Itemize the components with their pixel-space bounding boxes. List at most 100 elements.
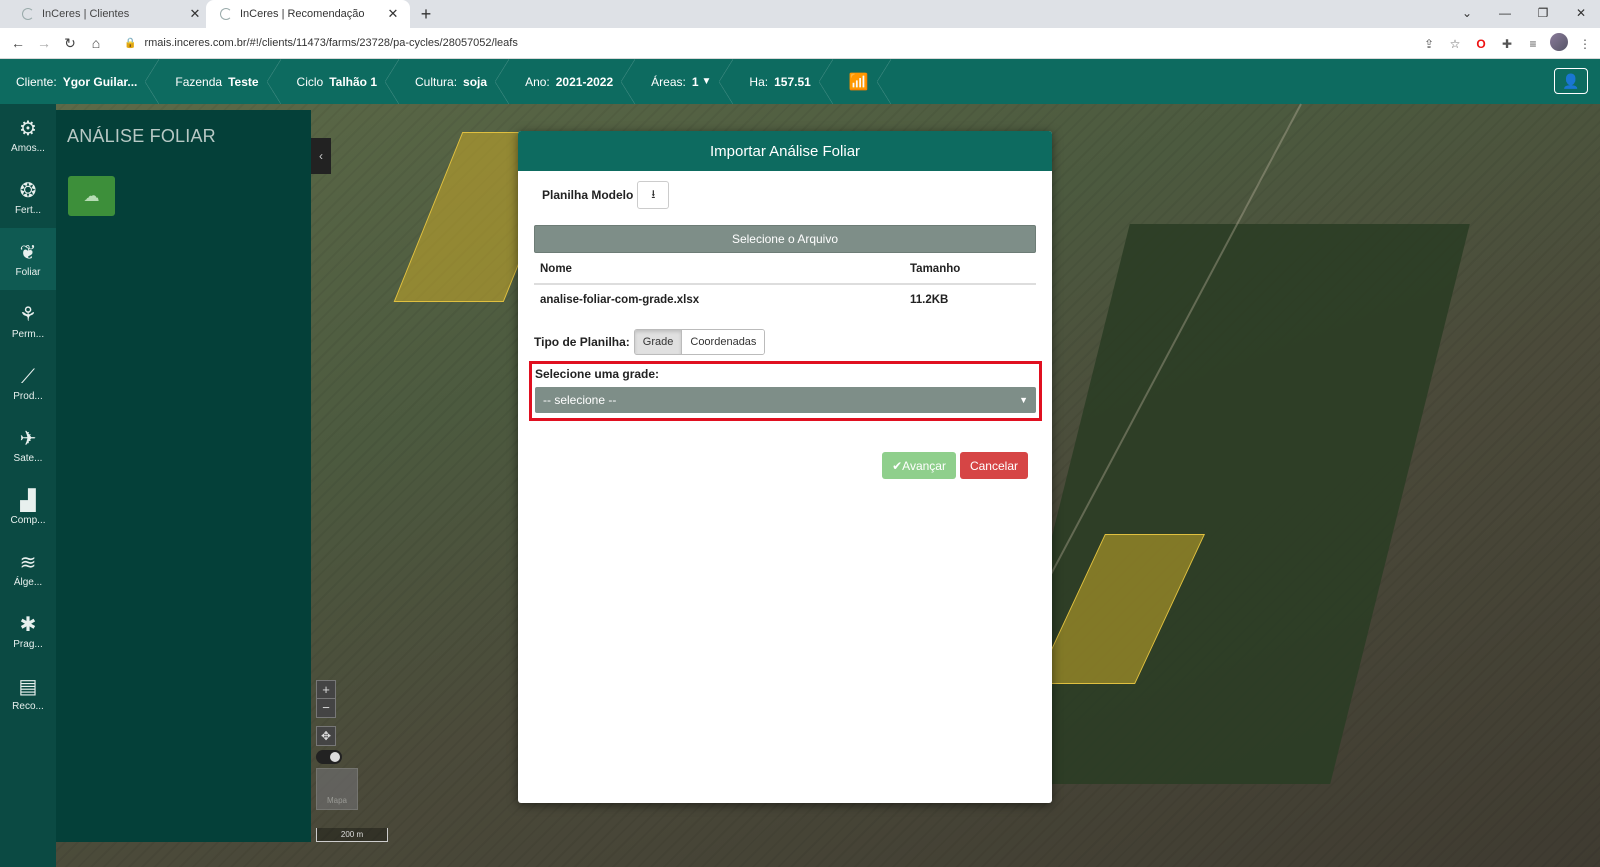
file-size-cell: 11.2KB (910, 294, 949, 306)
zoom-control: + − (316, 680, 336, 718)
grade-select-label: Selecione uma grade: (535, 367, 660, 381)
sidebar-item-pragas[interactable]: ✱ Prag... (0, 600, 56, 662)
sidebar-item-label: Reco... (12, 700, 44, 712)
upload-button[interactable]: ☁ (68, 176, 115, 216)
crumb-value: Teste (228, 74, 259, 89)
star-icon[interactable]: ☆ (1446, 37, 1464, 51)
user-account-button[interactable]: 👤 (1554, 68, 1588, 94)
file-name-cell: analise-foliar-com-grade.xlsx (540, 294, 700, 306)
collapse-panel-button[interactable]: ‹ (311, 138, 331, 174)
crumb-label: Áreas: (651, 74, 686, 89)
sidebar-item-permissao[interactable]: ⚘ Perm... (0, 290, 56, 352)
close-icon[interactable]: ✕ (188, 6, 202, 22)
forward-arrow-icon[interactable]: → (34, 33, 54, 53)
loading-favicon-icon (220, 8, 232, 20)
crumb-label: Cliente: (16, 74, 57, 89)
opera-extension-icon[interactable]: O (1472, 37, 1490, 51)
sidebar-item-label: Fert... (14, 204, 42, 216)
crumb-label: Ciclo (296, 74, 324, 89)
crumb-ano[interactable]: Ano: 2021-2022 (509, 59, 635, 104)
map-forest-area (990, 224, 1470, 784)
basemap-thumbnail[interactable]: Mapa (316, 768, 358, 810)
pan-move-icon[interactable]: ✥ (316, 726, 336, 746)
sampling-icon: ⚙ (19, 117, 37, 140)
media-queue-icon[interactable]: ≡ (1524, 37, 1542, 51)
kebab-menu-icon[interactable]: ⋮ (1576, 37, 1594, 51)
close-icon[interactable]: ✕ (386, 6, 400, 22)
crumb-label: Fazenda (175, 74, 223, 89)
url-text: rmais.inceres.com.br/#!/clients/11473/fa… (144, 37, 518, 49)
sidebar-item-label: Prod... (13, 390, 43, 402)
import-modal: Importar Análise Foliar Planilha Modelo … (518, 131, 1052, 803)
sidebar-item-satelite[interactable]: ✈ Sate... (0, 414, 56, 476)
sheet-type-grade-option[interactable]: Grade (634, 330, 683, 354)
url-bar[interactable]: 🔒 rmais.inceres.com.br/#!/clients/11473/… (116, 32, 1376, 54)
sheet-type-toggle: Grade Coordenadas (633, 329, 766, 355)
satellite-icon: ✈ (19, 427, 37, 450)
template-label: Planilha Modelo (542, 188, 634, 202)
zoom-in-button[interactable]: + (317, 681, 335, 699)
share-icon[interactable]: ⇪ (1420, 37, 1438, 51)
grade-select[interactable]: -- selecione -- ▼ (535, 387, 1036, 413)
crumb-cultura[interactable]: Cultura: soja (399, 59, 509, 104)
reload-icon[interactable]: ↻ (60, 33, 80, 53)
browser-tab-recomendacao[interactable]: InCeres | Recomendação ✕ (206, 0, 410, 28)
browser-toolbar: ← → ↻ ⌂ 🔒 rmais.inceres.com.br/#!/client… (0, 28, 1600, 59)
fertility-icon: ❂ (19, 179, 37, 202)
sidebar: ⚙ Amos... ❂ Fert... ❦ Foliar ⚘ Perm... ⟋… (0, 104, 56, 867)
back-arrow-icon[interactable]: ← (8, 33, 28, 53)
crumb-ciclo[interactable]: Ciclo Talhão 1 (281, 59, 399, 104)
crumb-areas[interactable]: Áreas: 1 ▼ (635, 59, 733, 104)
map-scale-bar: 200 m (316, 828, 388, 842)
chevron-down-icon[interactable]: ⌄ (1448, 0, 1486, 28)
close-window-icon[interactable]: ✕ (1562, 0, 1600, 28)
sidebar-item-label: Perm... (11, 328, 45, 340)
restore-icon[interactable]: ❐ (1524, 0, 1562, 28)
app-header: Cliente: Ygor Guilar... Fazenda Teste Ci… (0, 59, 1600, 104)
crumb-value: 1 (691, 74, 699, 89)
sidebar-item-foliar[interactable]: ❦ Foliar (0, 228, 56, 290)
crumb-value: Talhão 1 (329, 74, 378, 89)
crumb-value: soja (463, 74, 488, 89)
sidebar-item-recomendacao[interactable]: ▤ Reco... (0, 662, 56, 724)
cancelar-button[interactable]: Cancelar (959, 452, 1028, 479)
table-row: analise-foliar-com-grade.xlsx 11.2KB (534, 285, 1036, 315)
home-icon[interactable]: ⌂ (86, 33, 106, 53)
basemap-label: Mapa (326, 796, 347, 805)
grade-select-highlight: Selecione uma grade: -- selecione -- ▼ (529, 361, 1042, 421)
browser-tab-clientes[interactable]: InCeres | Clientes ✕ (8, 0, 212, 28)
sidebar-item-label: Foliar (15, 266, 41, 278)
permission-icon: ⚘ (19, 303, 37, 326)
tab-title: InCeres | Clientes (42, 8, 130, 20)
sidebar-item-label: Álge... (13, 576, 43, 588)
select-file-button[interactable]: Selecione o Arquivo (534, 225, 1036, 253)
modal-header: Importar Análise Foliar (518, 131, 1052, 171)
avancar-button[interactable]: ✔ Avançar (882, 452, 956, 479)
puzzle-extension-icon[interactable]: ✚ (1498, 37, 1516, 51)
productivity-icon: ⟋ (21, 365, 35, 388)
sheet-type-coordenadas-option[interactable]: Coordenadas (682, 330, 765, 354)
crumb-cliente[interactable]: Cliente: Ygor Guilar... (0, 59, 159, 104)
sidebar-item-label: Sate... (13, 452, 43, 464)
user-icon: 👤 (1562, 72, 1580, 89)
chevron-left-icon: ‹ (319, 149, 323, 163)
wifi-icon: 📶 (848, 73, 869, 91)
sidebar-item-amostragem[interactable]: ⚙ Amos... (0, 104, 56, 166)
crumb-label: Cultura: (415, 74, 458, 89)
layer-toggle[interactable] (316, 750, 342, 764)
template-row: Planilha Modelo ⭳ (542, 181, 670, 209)
crumb-ha: Ha: 157.51 (733, 59, 832, 104)
zoom-out-button[interactable]: − (317, 699, 335, 717)
scale-label: 200 m (340, 830, 364, 839)
new-tab-plus-icon[interactable]: + (416, 4, 436, 25)
sidebar-item-fertilidade[interactable]: ❂ Fert... (0, 166, 56, 228)
sidebar-item-compactacao[interactable]: ▟ Comp... (0, 476, 56, 538)
sidebar-item-algebra[interactable]: ≋ Álge... (0, 538, 56, 600)
crumb-value: 157.51 (774, 74, 811, 89)
profile-avatar-icon[interactable] (1550, 33, 1568, 54)
download-template-button[interactable]: ⭳ (637, 181, 670, 209)
sidebar-item-produtividade[interactable]: ⟋ Prod... (0, 352, 56, 414)
minimize-icon[interactable]: — (1486, 0, 1524, 28)
crumb-fazenda[interactable]: Fazenda Teste (159, 59, 280, 104)
browser-tabstrip: InCeres | Clientes ✕ InCeres | Recomenda… (0, 0, 1600, 28)
